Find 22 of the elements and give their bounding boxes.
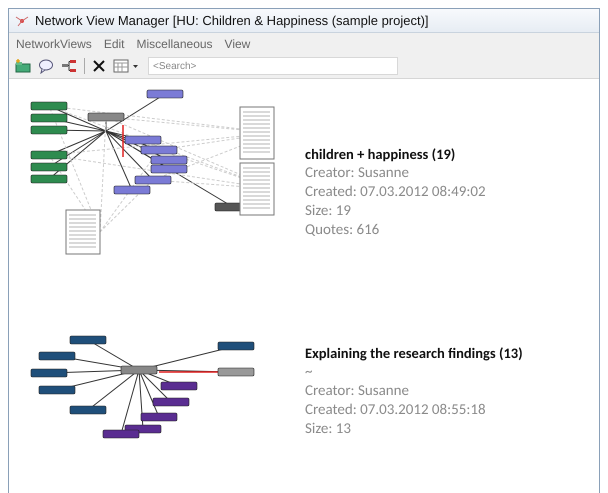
network-view-title[interactable]: Explaining the research findings (13) [305, 344, 523, 362]
network-icon [15, 14, 29, 26]
view-comment: ~ [305, 362, 314, 382]
new-folder-icon[interactable] [15, 59, 31, 73]
view-detail: Creator: Susanne [305, 164, 410, 182]
table-dropdown-icon[interactable] [113, 59, 139, 73]
view-detail: Created: 07.03.2012 08:55:18 [305, 400, 487, 420]
menu-item[interactable]: NetworkViews [15, 36, 93, 52]
menu-item[interactable]: View [224, 36, 252, 52]
menu-item[interactable]: Miscellaneous [136, 36, 214, 52]
menu-item[interactable]: Edit [102, 36, 126, 52]
view-detail: Size: 19 [305, 202, 352, 220]
network-view-title[interactable]: children + happiness (19) [305, 144, 486, 164]
view-detail: Created: 07.03.2012 08:49:02 [305, 182, 486, 202]
view-detail: Size: 13 [305, 420, 352, 438]
search-field[interactable]: <Search> [148, 57, 398, 75]
node-tree-icon[interactable] [61, 58, 77, 74]
view-detail: Creator: Susanne [305, 382, 410, 400]
window-title: Network View Manager [HU: Children & Happiness (sample project)] [35, 13, 429, 28]
view-detail: Quotes: 616 [305, 220, 380, 240]
speech-bubble-icon[interactable] [38, 58, 54, 74]
delete-icon[interactable] [92, 59, 106, 73]
